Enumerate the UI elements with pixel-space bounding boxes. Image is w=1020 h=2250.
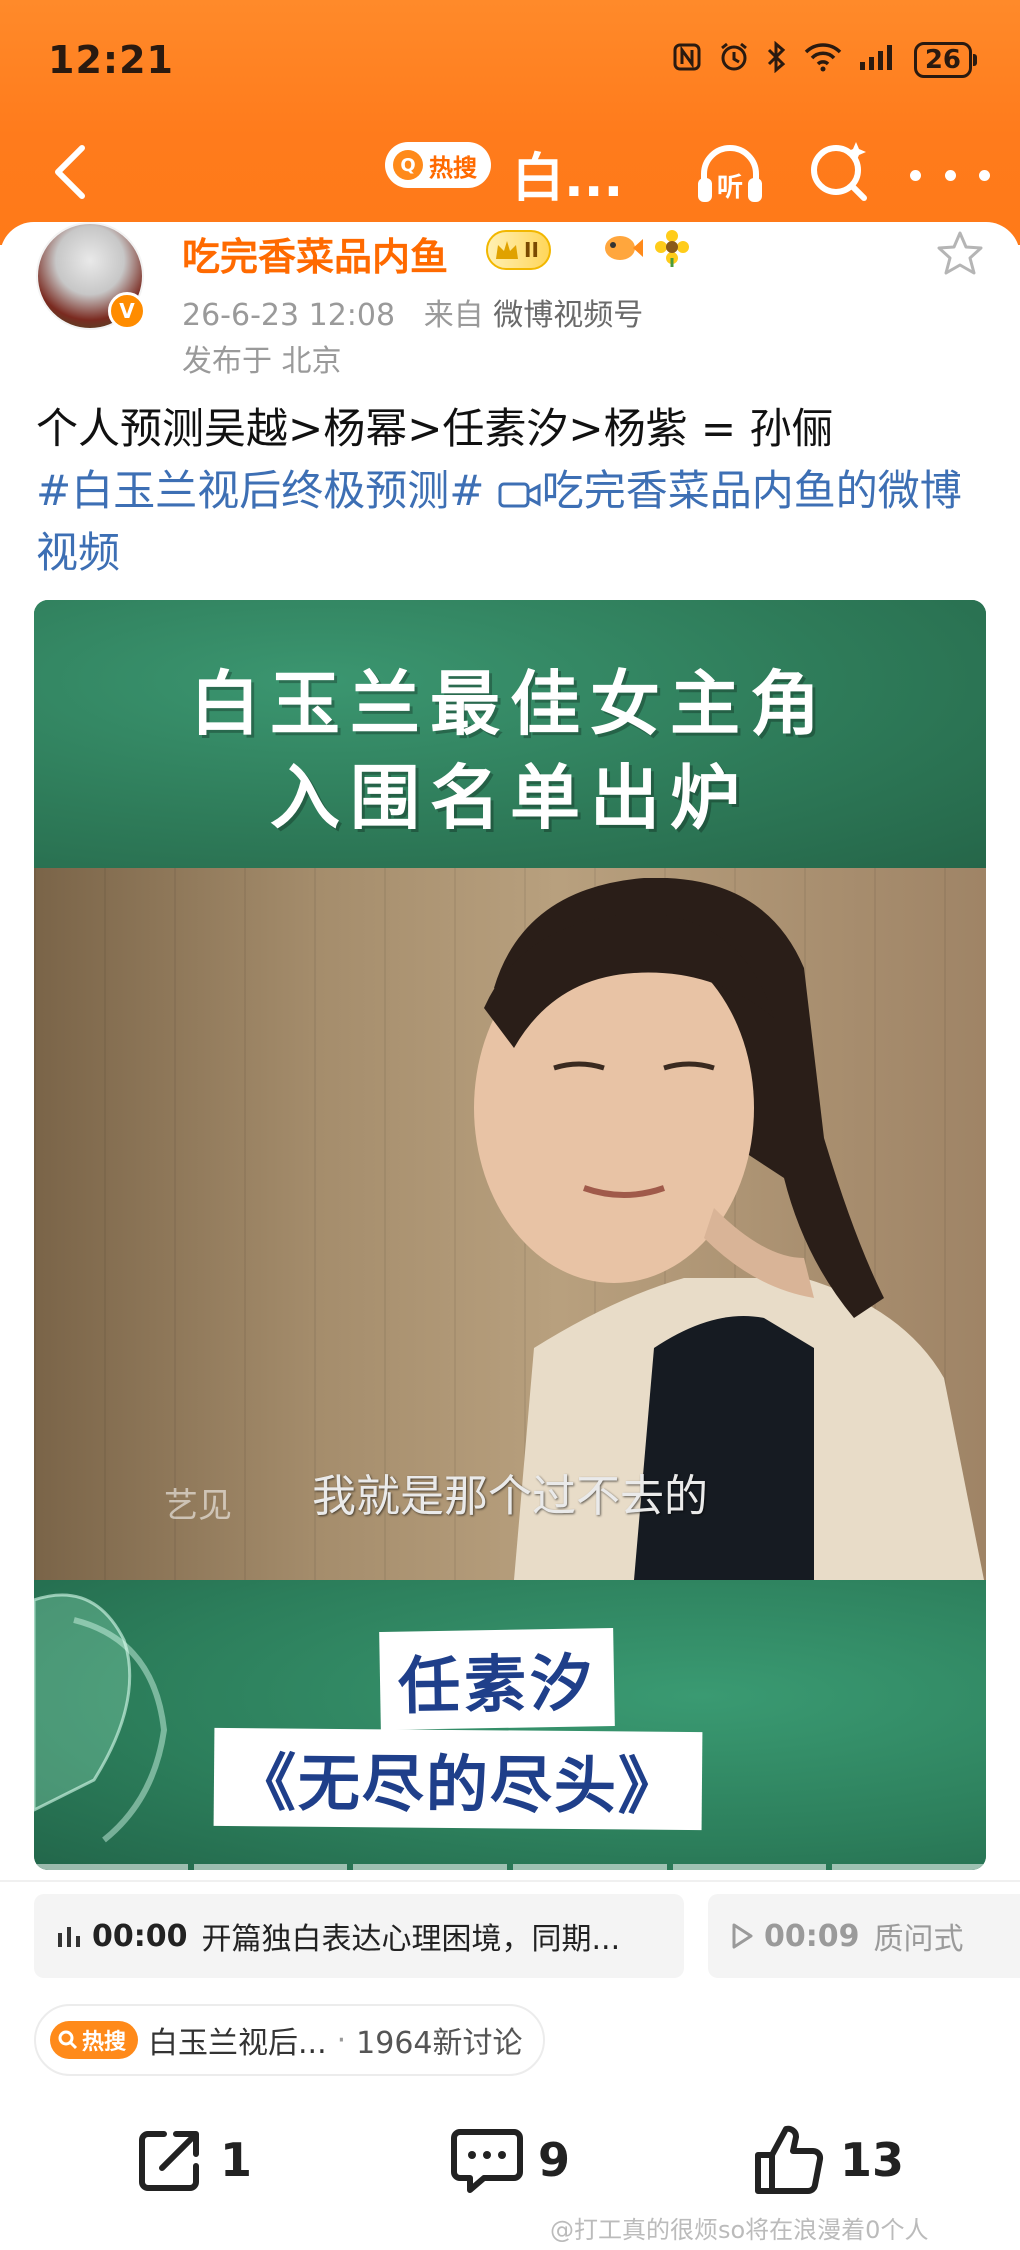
post-timestamp: 26-6-23 12:08 (182, 298, 396, 333)
nav-bar: Q 热搜 白... 听 (0, 120, 1020, 230)
post-body: 个人预测吴越>杨幂>任素汐>杨紫 = 孙俪 (36, 404, 834, 453)
divider (0, 1880, 1020, 1882)
level-badge-text: II (524, 238, 539, 262)
glass-shard-decoration (34, 1593, 168, 1843)
status-time: 12:21 (48, 38, 174, 82)
crown-icon (496, 241, 518, 259)
like-count: 13 (840, 2133, 905, 2187)
post-text: 个人预测吴越>杨幂>任素汐>杨紫 = 孙俪 #白玉兰视后终极预测# 吃完香菜品内… (36, 398, 986, 584)
favorite-star-button[interactable] (934, 228, 986, 280)
footer-watermark: @打工真的很烦so将在浪漫着0个人 (550, 2216, 929, 2244)
headphones-icon: 听 (698, 145, 762, 203)
ai-search-icon (811, 142, 867, 201)
audio-bars-icon (58, 1927, 80, 1947)
more-dot-icon (944, 169, 956, 181)
comment-icon (451, 2129, 523, 2193)
actress-name-tag: 任素汐 (379, 1627, 615, 1731)
chapter-text: 质问式 (873, 1922, 964, 1957)
video-title-panel: 白玉兰最佳女主角 入围名单出炉 (34, 600, 986, 868)
chapter-time: 00:00 (92, 1918, 188, 1954)
video-title-line1: 白玉兰最佳女主角 (190, 662, 830, 745)
header: 12:21 26 Q 热搜 白... 听 (0, 0, 1020, 245)
search-icon: Q (393, 150, 423, 180)
video-camera-icon (498, 482, 541, 508)
chapter-text: 开篇独白表达心理困境，同期... (201, 1922, 621, 1957)
verified-badge-icon: V (108, 292, 146, 330)
fish-icon (600, 228, 644, 268)
discussion-count: 1964新讨论 (356, 2026, 523, 2061)
signal-icon (858, 42, 898, 79)
back-button[interactable] (30, 132, 110, 212)
more-dot-icon (910, 169, 921, 181)
post-source-prefix: 来自 (423, 298, 484, 333)
sunflower-icon (652, 228, 692, 268)
bluetooth-icon (766, 40, 788, 80)
separator: · (336, 2022, 347, 2058)
video-frame: 艺见 我就是那个过不去的 (34, 868, 986, 1580)
hot-search-label: 热搜 (429, 153, 477, 182)
share-icon (139, 2131, 199, 2191)
video-subtitle: 我就是那个过不去的 (312, 1471, 708, 1522)
topic-link[interactable]: #白玉兰视后终极预测# (36, 466, 484, 515)
post-meta: 26-6-23 12:08 来自 微博视频号 (182, 290, 643, 334)
more-button[interactable] (910, 160, 990, 190)
hot-search-badge-label: 热搜 (82, 2030, 127, 2055)
svg-text:听: 听 (717, 173, 743, 203)
status-bar: 12:21 26 (0, 0, 1020, 120)
video-progress-segments (34, 1864, 986, 1870)
share-count: 1 (220, 2133, 253, 2187)
chapter-time: 00:09 (764, 1918, 860, 1954)
nfc-icon (672, 42, 702, 79)
star-icon (937, 231, 983, 275)
share-button[interactable]: 1 (134, 2110, 252, 2210)
wifi-icon (804, 42, 842, 79)
post-source[interactable]: 微博视频号 (493, 298, 643, 333)
play-icon (732, 1923, 753, 1949)
search-icon (58, 2030, 78, 2050)
hot-search-pill[interactable]: Q 热搜 (385, 142, 491, 188)
comment-count: 9 (538, 2133, 571, 2187)
status-icons: 26 (672, 40, 978, 80)
ai-search-button[interactable] (800, 132, 880, 212)
chapter-item[interactable]: 00:09 质问式 (708, 1894, 1020, 1978)
level-badge[interactable]: II (486, 230, 551, 270)
listen-button[interactable]: 听 (690, 134, 770, 214)
like-button[interactable]: 13 (752, 2110, 904, 2210)
hot-search-badge: 热搜 (50, 2021, 139, 2059)
comment-button[interactable]: 9 (450, 2110, 570, 2210)
thumbs-up-icon (755, 2125, 824, 2194)
chapter-item[interactable]: 00:00 开篇独白表达心理困境，同期... (34, 1894, 684, 1978)
post-card: V 吃完香菜品内鱼 II 26-6-23 12:08 来自 微博视频号 发布于 … (0, 222, 1020, 2250)
post-location: 发布于 北京 (182, 344, 342, 379)
alarm-icon (718, 41, 750, 80)
battery-indicator: 26 (913, 42, 978, 78)
hot-search-tag[interactable]: 热搜 白玉兰视后... · 1964新讨论 (34, 2004, 545, 2076)
hot-search-topic: 白玉兰视后... (148, 2026, 327, 2061)
work-title-tag: 《无尽的尽头》 (213, 1727, 703, 1831)
video-caption-panel: 任素汐 《无尽的尽头》 (34, 1580, 986, 1870)
more-dot-icon (979, 169, 990, 181)
username[interactable]: 吃完香菜品内鱼 (182, 226, 448, 281)
video-player[interactable]: 白玉兰最佳女主角 入围名单出炉 艺见 我就是那个过不去的 任素汐 《无尽的尽头》 (34, 600, 986, 1870)
back-arrow-icon (55, 145, 85, 199)
nav-title[interactable]: 白... (512, 136, 623, 211)
video-title-line2: 入围名单出炉 (270, 756, 750, 839)
